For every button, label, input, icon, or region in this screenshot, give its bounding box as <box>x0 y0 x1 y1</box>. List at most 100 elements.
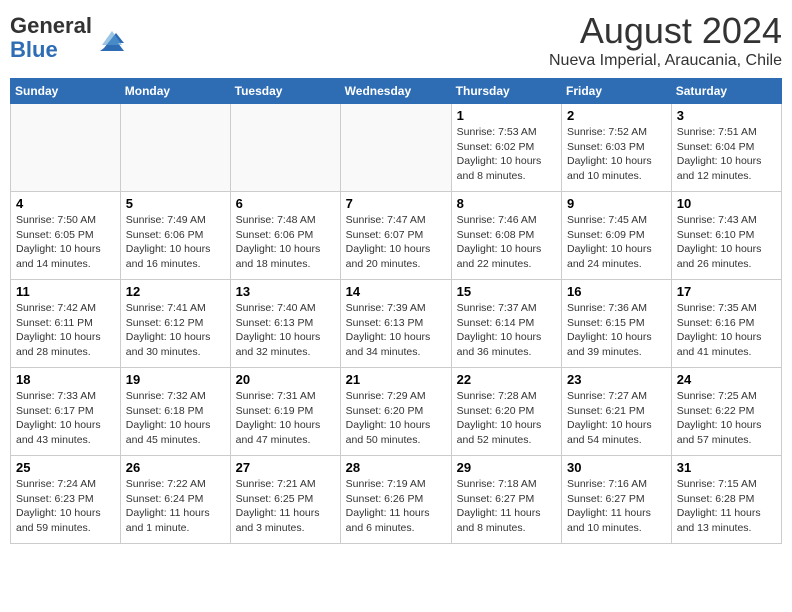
calendar-cell-31: 28Sunrise: 7:19 AMSunset: 6:26 PMDayligh… <box>340 456 451 544</box>
page-header: General Blue August 2024 Nueva Imperial,… <box>10 10 782 70</box>
calendar-cell-1 <box>120 104 230 192</box>
calendar-cell-22: 19Sunrise: 7:32 AMSunset: 6:18 PMDayligh… <box>120 368 230 456</box>
day-number: 19 <box>126 372 225 387</box>
logo-general-text: General <box>10 13 92 38</box>
day-info: Sunrise: 7:45 AMSunset: 6:09 PMDaylight:… <box>567 213 666 272</box>
calendar-cell-6: 3Sunrise: 7:51 AMSunset: 6:04 PMDaylight… <box>671 104 781 192</box>
calendar-cell-18: 15 Sunrise: 7:37 AMSunset: 6:14 PMDayligh… <box>451 280 561 368</box>
day-info: Sunrise: 7:29 AMSunset: 6:20 PMDaylight:… <box>346 389 446 448</box>
day-info: Sunrise: 7:35 AMSunset: 6:16 PMDaylight:… <box>677 301 776 360</box>
day-info: Sunrise: 7:52 AMSunset: 6:03 PMDaylight:… <box>567 125 666 184</box>
day-number: 15 <box>457 284 556 299</box>
day-number: 21 <box>346 372 446 387</box>
logo-icon <box>96 23 126 53</box>
calendar-cell-12: 9 Sunrise: 7:45 AMSunset: 6:09 PMDaylight… <box>562 192 672 280</box>
day-info: Sunrise: 7:42 AMSunset: 6:11 PMDaylight:… <box>16 301 115 360</box>
calendar-cell-17: 14Sunrise: 7:39 AMSunset: 6:13 PMDayligh… <box>340 280 451 368</box>
calendar-cell-4: 1Sunrise: 7:53 AMSunset: 6:02 PMDaylight… <box>451 104 561 192</box>
day-number: 12 <box>126 284 225 299</box>
calendar-week-2: 4 Sunrise: 7:50 AMSunset: 6:05 PMDaylight… <box>11 192 782 280</box>
day-number: 23 <box>567 372 666 387</box>
calendar-cell-3 <box>340 104 451 192</box>
day-number: 5 <box>126 196 225 211</box>
day-number: 25 <box>16 460 115 475</box>
calendar-cell-32: 29Sunrise: 7:18 AMSunset: 6:27 PMDayligh… <box>451 456 561 544</box>
calendar-cell-14: 11 Sunrise: 7:42 AMSunset: 6:11 PMDayligh… <box>11 280 121 368</box>
day-info: Sunrise: 7:41 AMSunset: 6:12 PMDaylight:… <box>126 301 225 360</box>
day-info: Sunrise: 7:15 AMSunset: 6:28 PMDaylight:… <box>677 477 776 536</box>
day-number: 11 <box>16 284 115 299</box>
logo-blue-text: Blue <box>10 37 58 62</box>
day-info: Sunrise: 7:33 AMSunset: 6:17 PMDaylight:… <box>16 389 115 448</box>
day-number: 28 <box>346 460 446 475</box>
calendar-cell-5: 2 Sunrise: 7:52 AMSunset: 6:03 PMDaylight… <box>562 104 672 192</box>
day-number: 4 <box>16 196 115 211</box>
calendar-cell-20: 17 Sunrise: 7:35 AMSunset: 6:16 PMDayligh… <box>671 280 781 368</box>
weekday-header-tuesday: Tuesday <box>230 79 340 104</box>
calendar-cell-23: 20Sunrise: 7:31 AMSunset: 6:19 PMDayligh… <box>230 368 340 456</box>
day-info: Sunrise: 7:28 AMSunset: 6:20 PMDaylight:… <box>457 389 556 448</box>
day-info: Sunrise: 7:48 AMSunset: 6:06 PMDaylight:… <box>236 213 335 272</box>
day-number: 9 <box>567 196 666 211</box>
day-info: Sunrise: 7:22 AMSunset: 6:24 PMDaylight:… <box>126 477 225 536</box>
calendar-cell-28: 25Sunrise: 7:24 AMSunset: 6:23 PMDayligh… <box>11 456 121 544</box>
calendar-cell-16: 13 Sunrise: 7:40 AMSunset: 6:13 PMDayligh… <box>230 280 340 368</box>
day-number: 6 <box>236 196 335 211</box>
day-number: 16 <box>567 284 666 299</box>
day-info: Sunrise: 7:43 AMSunset: 6:10 PMDaylight:… <box>677 213 776 272</box>
weekday-header-thursday: Thursday <box>451 79 561 104</box>
logo: General Blue <box>10 14 126 62</box>
day-number: 26 <box>126 460 225 475</box>
day-number: 17 <box>677 284 776 299</box>
day-number: 27 <box>236 460 335 475</box>
calendar-cell-7: 4 Sunrise: 7:50 AMSunset: 6:05 PMDaylight… <box>11 192 121 280</box>
day-info: Sunrise: 7:36 AMSunset: 6:15 PMDaylight:… <box>567 301 666 360</box>
weekday-header-wednesday: Wednesday <box>340 79 451 104</box>
month-year-title: August 2024 <box>549 10 782 52</box>
day-info: Sunrise: 7:53 AMSunset: 6:02 PMDaylight:… <box>457 125 556 184</box>
calendar-week-4: 18 Sunrise: 7:33 AMSunset: 6:17 PMDayligh… <box>11 368 782 456</box>
day-info: Sunrise: 7:51 AMSunset: 6:04 PMDaylight:… <box>677 125 776 184</box>
calendar-week-3: 11 Sunrise: 7:42 AMSunset: 6:11 PMDayligh… <box>11 280 782 368</box>
day-number: 13 <box>236 284 335 299</box>
day-number: 18 <box>16 372 115 387</box>
calendar-cell-13: 10Sunrise: 7:43 AMSunset: 6:10 PMDayligh… <box>671 192 781 280</box>
calendar-cell-8: 5 Sunrise: 7:49 AMSunset: 6:06 PMDaylight… <box>120 192 230 280</box>
day-info: Sunrise: 7:47 AMSunset: 6:07 PMDaylight:… <box>346 213 446 272</box>
day-info: Sunrise: 7:27 AMSunset: 6:21 PMDaylight:… <box>567 389 666 448</box>
day-number: 2 <box>567 108 666 123</box>
weekday-header-friday: Friday <box>562 79 672 104</box>
day-info: Sunrise: 7:50 AMSunset: 6:05 PMDaylight:… <box>16 213 115 272</box>
day-number: 24 <box>677 372 776 387</box>
calendar-cell-33: 30Sunrise: 7:16 AMSunset: 6:27 PMDayligh… <box>562 456 672 544</box>
calendar-cell-0 <box>11 104 121 192</box>
day-info: Sunrise: 7:16 AMSunset: 6:27 PMDaylight:… <box>567 477 666 536</box>
calendar-cell-2 <box>230 104 340 192</box>
day-info: Sunrise: 7:31 AMSunset: 6:19 PMDaylight:… <box>236 389 335 448</box>
weekday-header-sunday: Sunday <box>11 79 121 104</box>
day-info: Sunrise: 7:39 AMSunset: 6:13 PMDaylight:… <box>346 301 446 360</box>
weekday-header-row: SundayMondayTuesdayWednesdayThursdayFrid… <box>11 79 782 104</box>
calendar-cell-34: 31 Sunrise: 7:15 AMSunset: 6:28 PMDayligh… <box>671 456 781 544</box>
day-number: 31 <box>677 460 776 475</box>
calendar-cell-10: 7Sunrise: 7:47 AMSunset: 6:07 PMDaylight… <box>340 192 451 280</box>
weekday-header-saturday: Saturday <box>671 79 781 104</box>
calendar-week-5: 25Sunrise: 7:24 AMSunset: 6:23 PMDayligh… <box>11 456 782 544</box>
calendar-cell-19: 16 Sunrise: 7:36 AMSunset: 6:15 PMDayligh… <box>562 280 672 368</box>
day-number: 22 <box>457 372 556 387</box>
day-info: Sunrise: 7:49 AMSunset: 6:06 PMDaylight:… <box>126 213 225 272</box>
calendar-table: SundayMondayTuesdayWednesdayThursdayFrid… <box>10 78 782 544</box>
calendar-cell-25: 22 Sunrise: 7:28 AMSunset: 6:20 PMDayligh… <box>451 368 561 456</box>
day-info: Sunrise: 7:37 AMSunset: 6:14 PMDaylight:… <box>457 301 556 360</box>
day-info: Sunrise: 7:46 AMSunset: 6:08 PMDaylight:… <box>457 213 556 272</box>
day-info: Sunrise: 7:40 AMSunset: 6:13 PMDaylight:… <box>236 301 335 360</box>
day-number: 8 <box>457 196 556 211</box>
location-subtitle: Nueva Imperial, Araucania, Chile <box>549 52 782 70</box>
calendar-cell-30: 27 Sunrise: 7:21 AMSunset: 6:25 PMDayligh… <box>230 456 340 544</box>
calendar-cell-26: 23 Sunrise: 7:27 AMSunset: 6:21 PMDayligh… <box>562 368 672 456</box>
calendar-cell-29: 26 Sunrise: 7:22 AMSunset: 6:24 PMDayligh… <box>120 456 230 544</box>
calendar-cell-21: 18 Sunrise: 7:33 AMSunset: 6:17 PMDayligh… <box>11 368 121 456</box>
day-number: 29 <box>457 460 556 475</box>
calendar-week-1: 1Sunrise: 7:53 AMSunset: 6:02 PMDaylight… <box>11 104 782 192</box>
day-info: Sunrise: 7:21 AMSunset: 6:25 PMDaylight:… <box>236 477 335 536</box>
